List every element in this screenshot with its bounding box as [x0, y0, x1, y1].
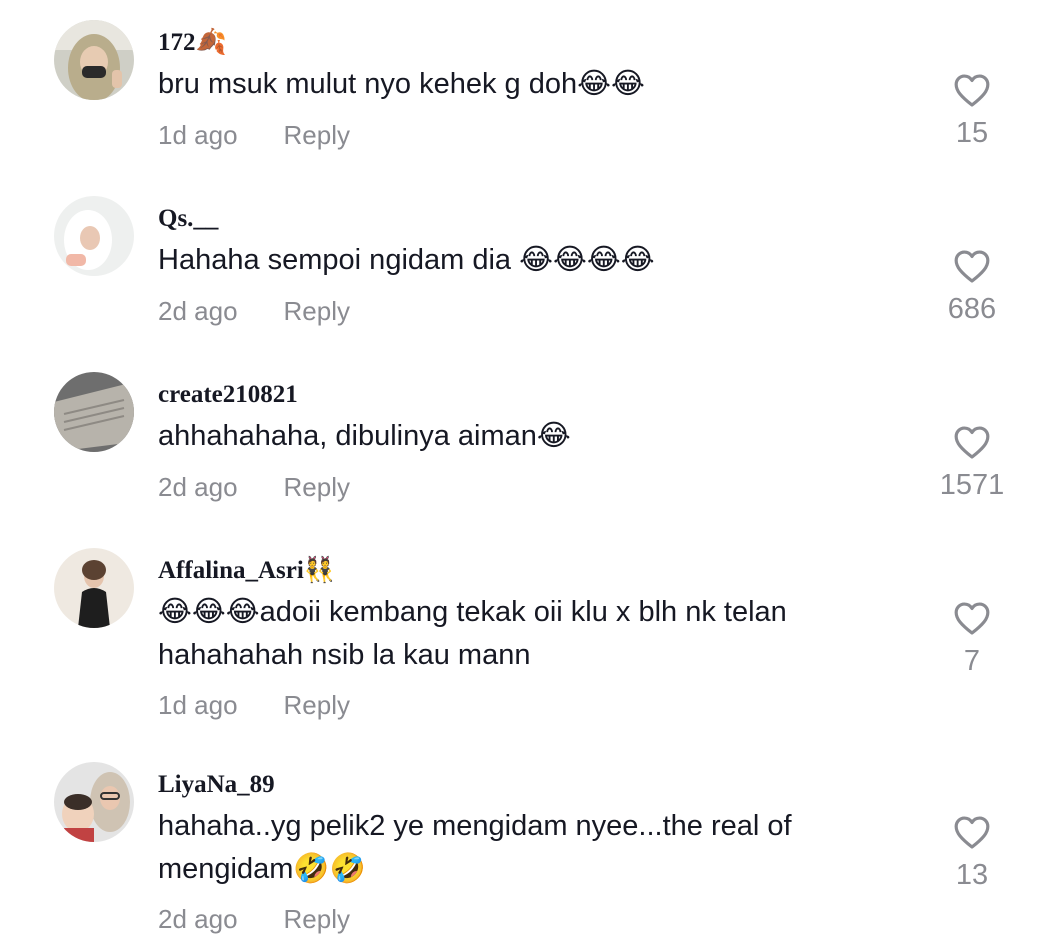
username[interactable]: Qs.__: [158, 204, 218, 234]
comment-meta: 2d ago Reply: [158, 472, 350, 502]
username[interactable]: create210821: [158, 380, 298, 410]
comment-text: ahhahahaha, dibulinya aiman😂: [158, 420, 571, 452]
comment-meta: 2d ago Reply: [158, 296, 350, 326]
username[interactable]: 172🍂: [158, 28, 227, 58]
reply-button[interactable]: Reply: [284, 690, 350, 720]
heart-outline-icon[interactable]: [953, 814, 991, 850]
comment-text: hahaha..yg pelik2 ye mengidam nyee...the…: [158, 810, 792, 885]
avatar[interactable]: [54, 20, 134, 100]
comment-time: 1d ago: [158, 120, 238, 150]
like-count: 1571: [939, 469, 1005, 501]
avatar[interactable]: [54, 548, 134, 628]
avatar[interactable]: [54, 372, 134, 452]
like-button[interactable]: 1571: [932, 424, 1012, 502]
avatar[interactable]: [54, 762, 134, 842]
comment-time: 2d ago: [158, 472, 238, 502]
comment-meta: 1d ago Reply: [158, 120, 350, 150]
reply-button[interactable]: Reply: [284, 296, 350, 326]
username[interactable]: LiyaNa_89: [158, 770, 275, 800]
like-count: 686: [947, 293, 997, 325]
comment-time: 2d ago: [158, 904, 238, 934]
reply-button[interactable]: Reply: [284, 904, 350, 934]
comment-time: 1d ago: [158, 690, 238, 720]
like-count: 13: [955, 859, 989, 891]
heart-outline-icon[interactable]: [953, 72, 991, 108]
like-button[interactable]: 7: [932, 600, 1012, 678]
reply-button[interactable]: Reply: [284, 120, 350, 150]
comment-time: 2d ago: [158, 296, 238, 326]
comment-meta: 1d ago Reply: [158, 690, 350, 720]
reply-button[interactable]: Reply: [284, 472, 350, 502]
comment-list: 172🍂 bru msuk mulut nyo kehek g doh😂😂 1d…: [0, 0, 1060, 946]
like-count: 15: [955, 117, 989, 149]
heart-outline-icon[interactable]: [953, 424, 991, 460]
comment-meta: 2d ago Reply: [158, 904, 350, 934]
comment-text: bru msuk mulut nyo kehek g doh😂😂: [158, 68, 645, 100]
like-count: 7: [963, 645, 981, 677]
heart-outline-icon[interactable]: [953, 248, 991, 284]
comment-text: 😂😂😂adoii kembang tekak oii klu x blh nk …: [158, 596, 787, 671]
like-button[interactable]: 686: [932, 248, 1012, 326]
avatar[interactable]: [54, 196, 134, 276]
username[interactable]: Affalina_Asri👯: [158, 556, 335, 586]
comment-text: Hahaha sempoi ngidam dia 😂😂😂😂: [158, 244, 655, 276]
heart-outline-icon[interactable]: [953, 600, 991, 636]
like-button[interactable]: 15: [932, 72, 1012, 150]
like-button[interactable]: 13: [932, 814, 1012, 892]
